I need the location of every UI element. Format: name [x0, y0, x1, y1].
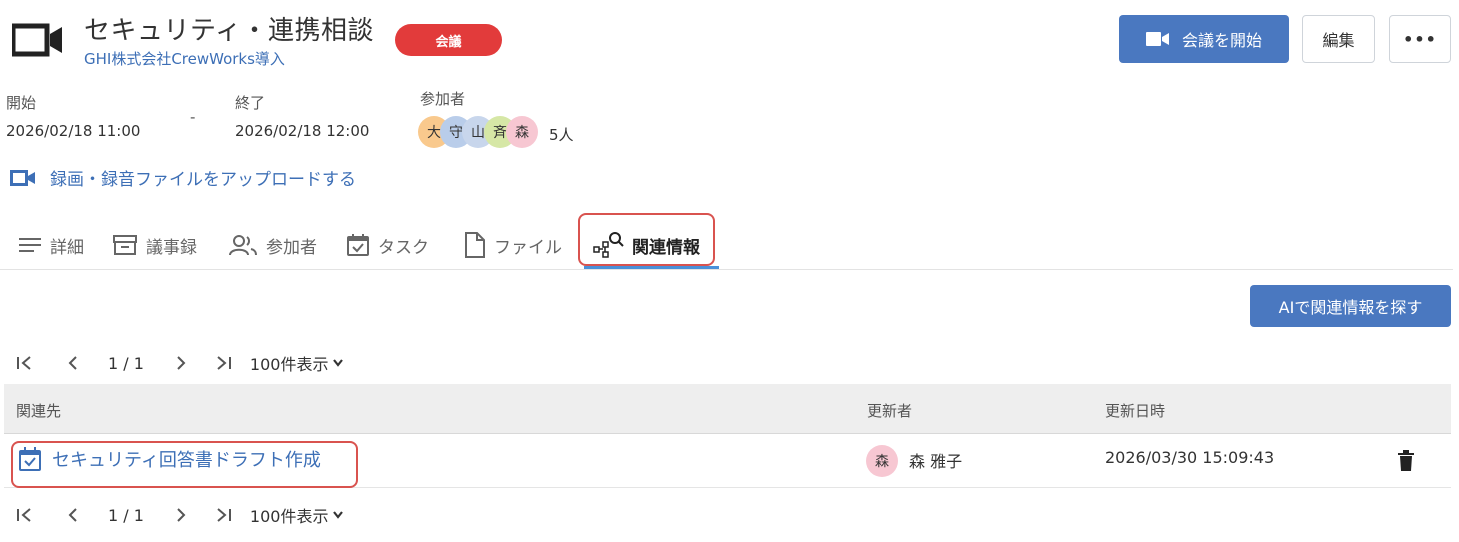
- first-page-icon[interactable]: [14, 351, 36, 375]
- calendar-check-icon: [347, 234, 369, 256]
- archive-icon: [113, 235, 137, 255]
- trash-icon[interactable]: [1397, 450, 1415, 472]
- people-icon: [229, 235, 257, 256]
- page-size-select[interactable]: 100件表示: [250, 351, 345, 375]
- page-size-label: 100件表示: [249, 507, 329, 526]
- table-header: 関連先 更新者 更新日時: [4, 384, 1451, 434]
- video-camera-icon: [12, 23, 62, 57]
- chevron-down-icon: [333, 511, 344, 519]
- participant-count: 5人: [549, 126, 574, 144]
- chevron-down-icon: [333, 359, 344, 367]
- edit-button[interactable]: 編集: [1302, 15, 1375, 63]
- pagination-top: 1 / 1 100件表示: [14, 351, 344, 375]
- start-value: 2026/02/18 11:00: [6, 122, 141, 140]
- participant-avatars[interactable]: 大 守 山 斉 森: [418, 116, 548, 148]
- file-icon: [465, 232, 485, 258]
- video-camera-icon: [1145, 32, 1169, 46]
- last-page-icon[interactable]: [212, 351, 234, 375]
- tab-label: 詳細: [50, 237, 84, 258]
- last-page-icon[interactable]: [212, 503, 234, 527]
- list-icon: [19, 238, 41, 252]
- tab-label: 参加者: [266, 237, 317, 258]
- prev-page-icon[interactable]: [62, 351, 84, 375]
- meeting-title: セキュリティ・連携相談: [84, 16, 374, 46]
- ai-find-related-button[interactable]: AIで関連情報を探す: [1250, 285, 1451, 327]
- page-size-label: 100件表示: [249, 355, 329, 374]
- highlight-box-row: [11, 441, 358, 488]
- prev-page-icon[interactable]: [62, 503, 84, 527]
- page-indicator: 1 / 1: [108, 353, 144, 373]
- more-options-button[interactable]: •••: [1389, 15, 1451, 63]
- column-header-updater[interactable]: 更新者: [867, 400, 912, 421]
- active-tab-indicator: [584, 266, 719, 269]
- tab-files[interactable]: ファイル: [464, 230, 562, 260]
- tab-label: タスク: [378, 237, 429, 258]
- tab-details[interactable]: 詳細: [18, 230, 84, 260]
- start-label: 開始: [6, 94, 37, 112]
- column-header-updated-at[interactable]: 更新日時: [1105, 400, 1165, 421]
- end-label: 終了: [235, 94, 266, 112]
- avatar: 森: [866, 445, 898, 477]
- tab-label: ファイル: [494, 237, 562, 258]
- tab-participants[interactable]: 参加者: [228, 230, 317, 260]
- meeting-subtitle-link[interactable]: GHI株式会社CrewWorks導入: [84, 48, 285, 69]
- start-meeting-button[interactable]: 会議を開始: [1119, 15, 1289, 63]
- start-meeting-label: 会議を開始: [1181, 31, 1262, 50]
- end-value: 2026/02/18 12:00: [235, 122, 370, 140]
- pagination-bottom: 1 / 1 100件表示: [14, 503, 344, 527]
- upload-recording-label: 録画・録音ファイルをアップロードする: [50, 170, 356, 190]
- video-camera-icon: [10, 169, 35, 186]
- avatar: 森: [506, 116, 538, 148]
- first-page-icon[interactable]: [14, 503, 36, 527]
- page-size-select[interactable]: 100件表示: [250, 503, 345, 527]
- date-separator: -: [190, 108, 196, 126]
- updater-name: 森 雅子: [909, 452, 963, 471]
- tab-minutes[interactable]: 議事録: [112, 230, 197, 260]
- participants-label: 参加者: [420, 90, 466, 108]
- column-header-target[interactable]: 関連先: [16, 400, 61, 421]
- highlight-box-tab: [578, 213, 715, 266]
- tab-label: 議事録: [146, 237, 197, 258]
- meeting-type-badge: 会議: [395, 24, 502, 56]
- updated-at: 2026/03/30 15:09:43: [1105, 448, 1275, 467]
- tab-tasks[interactable]: タスク: [346, 230, 429, 260]
- tab-bar: 詳細 議事録 参加者 タスク ファイル 関連情報: [0, 222, 1453, 270]
- next-page-icon[interactable]: [170, 503, 192, 527]
- page-indicator: 1 / 1: [108, 505, 144, 525]
- upload-recording-link[interactable]: 録画・録音ファイルをアップロードする: [10, 165, 356, 190]
- next-page-icon[interactable]: [170, 351, 192, 375]
